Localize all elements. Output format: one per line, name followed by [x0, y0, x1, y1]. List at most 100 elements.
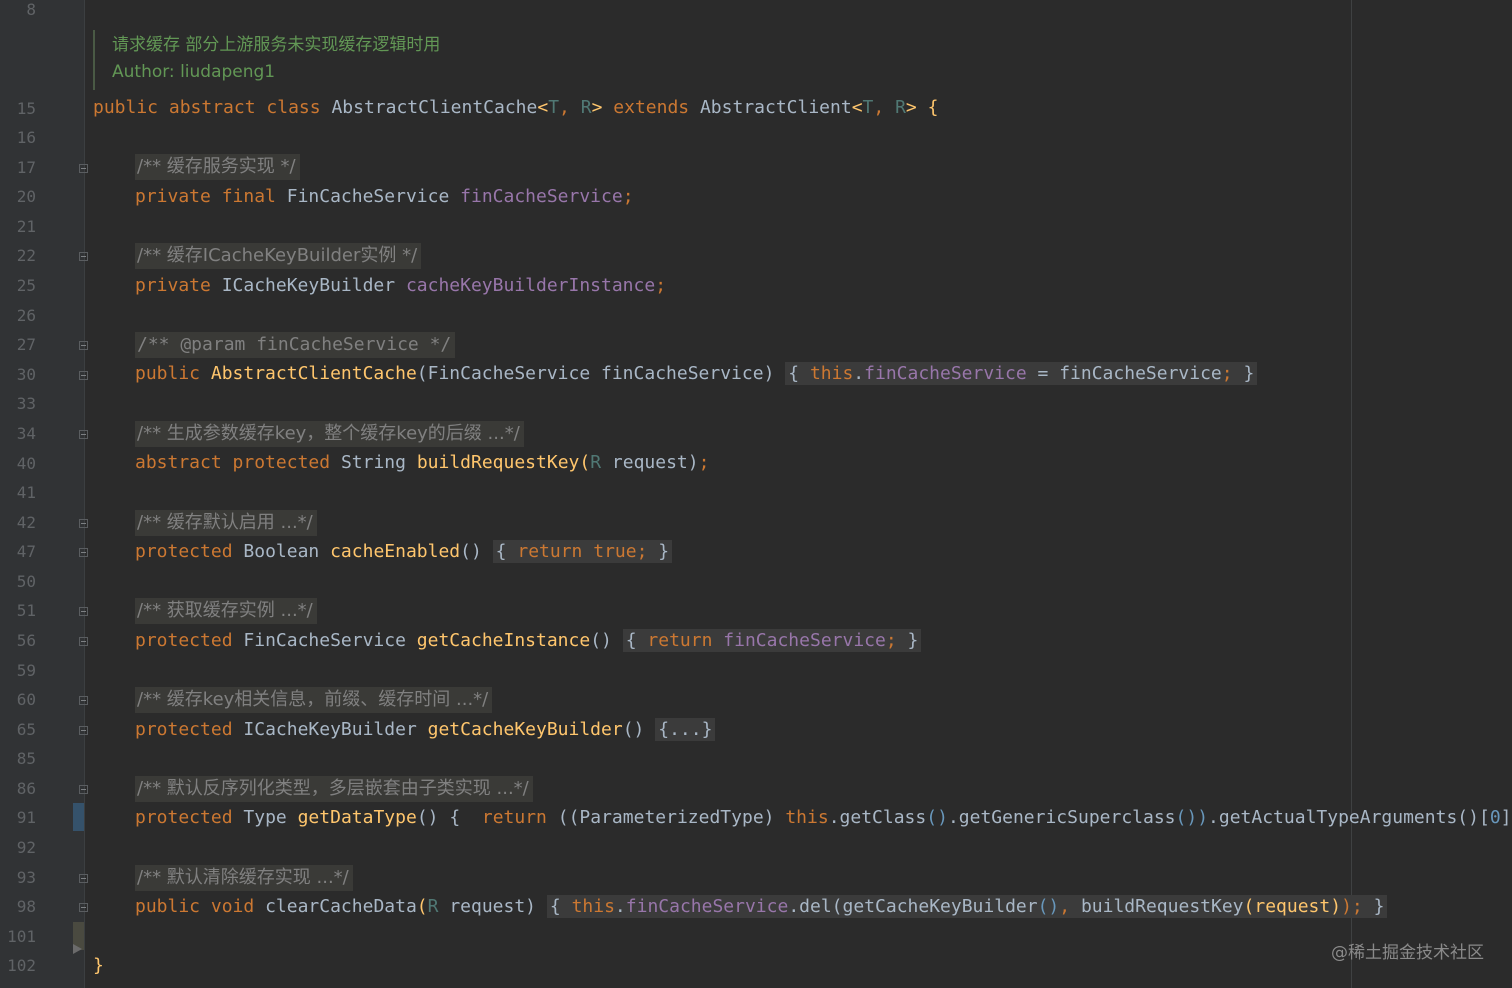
- code-line-comment[interactable]: /** 缓存服务实现 */: [135, 154, 300, 180]
- collapsed-comment[interactable]: /** 缓存服务实现 */: [135, 154, 300, 180]
- code-line-method[interactable]: protected Type getDataType() { return ((…: [135, 807, 1512, 829]
- code-line-comment[interactable]: /** 默认反序列化类型，多层嵌套由子类实现 ...*/: [135, 776, 533, 802]
- cast: ((ParameterizedType): [557, 807, 775, 828]
- line-number: 92: [16, 838, 36, 857]
- method-name: getCacheKeyBuilder: [427, 719, 623, 740]
- keyword: extends: [613, 97, 690, 118]
- collapsed-comment[interactable]: /** 生成参数缓存key，整个缓存key的后缀 ...*/: [135, 421, 524, 447]
- semicolon: );: [1341, 896, 1363, 917]
- keyword: public: [135, 896, 201, 917]
- paren: (): [622, 719, 645, 740]
- line-number: 15: [16, 99, 36, 118]
- keyword: this: [809, 363, 854, 384]
- keyword: abstract: [168, 97, 256, 118]
- code-line-class-end[interactable]: }: [93, 955, 104, 977]
- code-line-method[interactable]: protected Boolean cacheEnabled() { retur…: [135, 540, 673, 563]
- brace-close: }: [1373, 896, 1385, 917]
- field-name: finCacheService: [625, 896, 789, 917]
- punct: <: [851, 97, 863, 118]
- doc-line-author: Author: liudapeng1: [112, 62, 276, 82]
- code-line-comment[interactable]: /** 缓存key相关信息，前缀、缓存时间 ...*/: [135, 687, 493, 713]
- type-param: R: [895, 97, 906, 118]
- code-line-method[interactable]: protected ICacheKeyBuilder getCacheKeyBu…: [135, 718, 716, 741]
- punct: ,: [559, 97, 581, 118]
- punct: <: [537, 97, 549, 118]
- punct: >: [905, 97, 917, 118]
- fold-toggle-icon[interactable]: [79, 519, 88, 528]
- line-number: 93: [16, 868, 36, 887]
- fold-toggle-icon[interactable]: [79, 903, 88, 912]
- fold-toggle-icon[interactable]: [79, 874, 88, 883]
- code-line-comment[interactable]: /** 获取缓存实例 ...*/: [135, 598, 317, 624]
- current-line-marker: [73, 803, 84, 831]
- code-line-method[interactable]: protected FinCacheService getCacheInstan…: [135, 629, 922, 652]
- keyword: protected: [135, 630, 233, 651]
- fold-toggle-icon[interactable]: [79, 341, 88, 350]
- fold-toggle-icon[interactable]: [79, 785, 88, 794]
- call: buildRequestKey: [1080, 896, 1244, 917]
- fold-toggle-icon[interactable]: [79, 637, 88, 646]
- code-line-method[interactable]: abstract protected String buildRequestKe…: [135, 452, 709, 474]
- fold-toggle-icon[interactable]: [79, 252, 88, 261]
- fold-toggle-icon[interactable]: [79, 548, 88, 557]
- code-line-field[interactable]: private ICacheKeyBuilder cacheKeyBuilder…: [135, 275, 666, 297]
- method-name: cacheEnabled: [330, 541, 461, 562]
- code-line-field[interactable]: private final FinCacheService finCacheSe…: [135, 186, 634, 208]
- fold-toggle-icon[interactable]: [79, 607, 88, 616]
- paren: (: [579, 452, 591, 473]
- type-name: ICacheKeyBuilder: [221, 275, 396, 296]
- code-line-comment[interactable]: /** @param finCacheService */: [135, 332, 456, 358]
- code-line-comment[interactable]: /** 缓存默认启用 ...*/: [135, 510, 317, 536]
- paren: (): [926, 807, 948, 828]
- keyword: return: [517, 541, 583, 562]
- brace: {: [916, 97, 939, 118]
- collapsed-comment[interactable]: /** 缓存ICacheKeyBuilder实例 */: [135, 243, 422, 269]
- paren: (request): [1243, 896, 1342, 917]
- fold-toggle-icon[interactable]: [79, 430, 88, 439]
- collapsed-comment[interactable]: /** @param finCacheService */: [135, 332, 456, 358]
- fold-toggle-icon[interactable]: [79, 726, 88, 735]
- keyword: protected: [135, 807, 233, 828]
- collapsed-comment[interactable]: /** 缓存默认启用 ...*/: [135, 510, 317, 536]
- paren: (): [416, 807, 439, 828]
- run-gutter-icon[interactable]: [73, 944, 82, 954]
- method-name: getCacheInstance: [416, 630, 591, 651]
- code-line-method[interactable]: public void clearCacheData(R request) { …: [135, 895, 1388, 918]
- code-line-class-declaration[interactable]: public abstract class AbstractClientCach…: [93, 97, 938, 119]
- fold-toggle-icon[interactable]: [79, 696, 88, 705]
- line-number: 8: [26, 0, 36, 19]
- type-name: String: [340, 452, 406, 473]
- folded-body[interactable]: {...}: [655, 718, 716, 741]
- type-name: ICacheKeyBuilder: [243, 719, 417, 740]
- field-name: finCacheService: [723, 630, 886, 651]
- keyword: public: [135, 363, 201, 384]
- code-line-comment[interactable]: /** 生成参数缓存key，整个缓存key的后缀 ...*/: [135, 421, 524, 447]
- code-line-constructor[interactable]: public AbstractClientCache(FinCacheServi…: [135, 362, 1258, 385]
- semicolon: ;: [1221, 363, 1233, 384]
- assign: = finCacheService: [1026, 363, 1222, 384]
- collapsed-comment[interactable]: /** 缓存key相关信息，前缀、缓存时间 ...*/: [135, 687, 493, 713]
- line-number: 98: [16, 897, 36, 916]
- punct: >: [591, 97, 603, 118]
- line-number: 85: [16, 749, 36, 768]
- field-name: finCacheService: [460, 186, 623, 207]
- keyword: this: [571, 896, 615, 917]
- fold-toggle-icon[interactable]: [79, 164, 88, 173]
- line-number: 47: [16, 542, 36, 561]
- keyword: true: [593, 541, 637, 562]
- fold-toggle-icon[interactable]: [79, 371, 88, 380]
- code-line-comment[interactable]: /** 缓存ICacheKeyBuilder实例 */: [135, 243, 422, 269]
- call: .getGenericSuperclass: [947, 807, 1176, 828]
- collapsed-comment[interactable]: /** 默认清除缓存实现 ...*/: [135, 865, 353, 891]
- keyword: protected: [232, 452, 331, 473]
- line-number: 59: [16, 661, 36, 680]
- line-number: 27: [16, 335, 36, 354]
- keyword: protected: [135, 541, 233, 562]
- parent-class: AbstractClient: [699, 97, 852, 118]
- code-line-comment[interactable]: /** 默认清除缓存实现 ...*/: [135, 865, 353, 891]
- punct: ,: [873, 97, 896, 118]
- type-param: T: [548, 97, 560, 118]
- collapsed-comment[interactable]: /** 获取缓存实例 ...*/: [135, 598, 317, 624]
- line-number: 17: [16, 158, 36, 177]
- collapsed-comment[interactable]: /** 默认反序列化类型，多层嵌套由子类实现 ...*/: [135, 776, 533, 802]
